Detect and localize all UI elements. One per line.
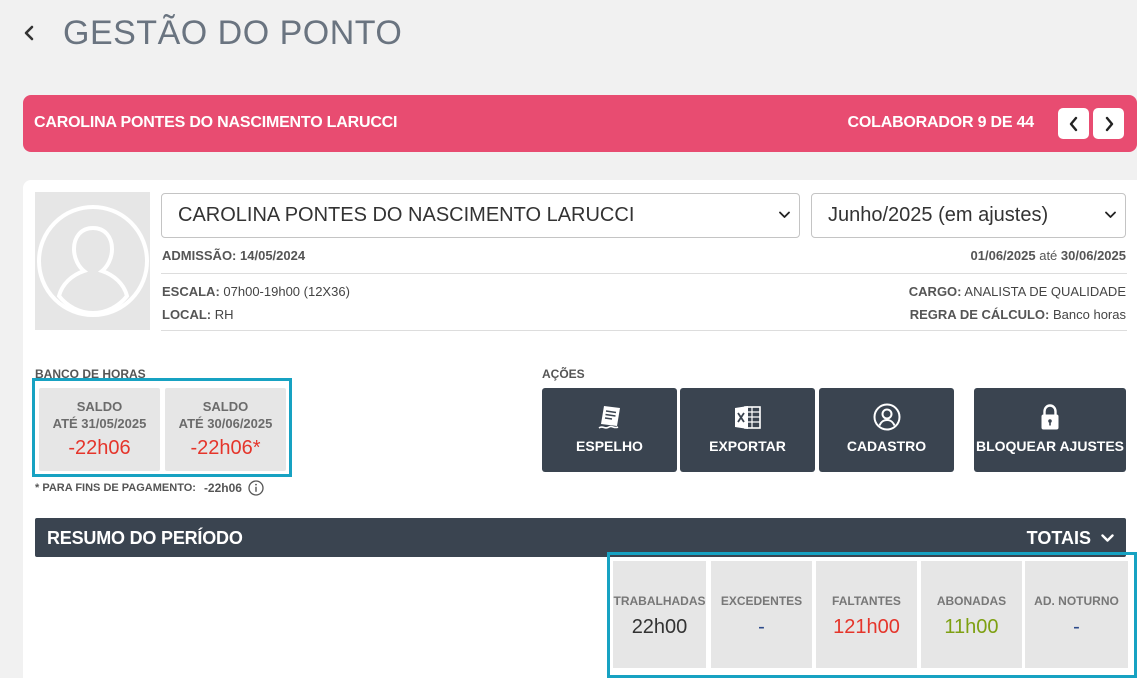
admission-info: ADMISSÃO: 14/05/2024 <box>162 248 305 263</box>
location-info: LOCAL: RH <box>162 307 234 322</box>
schedule-info: ESCALA: 07h00-19h00 (12X36) <box>162 284 350 299</box>
range-end: 30/06/2025 <box>1060 248 1126 263</box>
document-signed-icon <box>598 406 620 429</box>
collaborator-select-value: CAROLINA PONTES DO NASCIMENTO LARUCCI <box>178 204 635 226</box>
main-card: CAROLINA PONTES DO NASCIMENTO LARUCCI Ju… <box>23 180 1137 678</box>
schedule-value: 07h00-19h00 (12X36) <box>223 284 350 299</box>
admission-value: 14/05/2024 <box>240 248 306 263</box>
balance-date: ATÉ 31/05/2025 <box>52 416 147 431</box>
total-card-excedentes: EXCEDENTES - <box>711 561 812 668</box>
info-icon[interactable] <box>248 480 264 496</box>
espelho-label: ESPELHO <box>576 438 643 454</box>
calc-rule-value: Banco horas <box>1053 307 1126 322</box>
exportar-button[interactable]: EXPORTAR <box>680 388 815 472</box>
period-range: 01/06/2025 até 30/06/2025 <box>971 248 1126 263</box>
total-value: - <box>758 616 765 638</box>
cadastro-button[interactable]: CADASTRO <box>819 388 954 472</box>
balance-value: -22h06 <box>68 437 131 459</box>
payment-note: * PARA FINS DE PAGAMENTO: -22h06 <box>35 480 264 496</box>
total-card-ad-noturno: AD. NOTURNO - <box>1025 561 1128 668</box>
collaborator-count: COLABORADOR 9 DE 44 <box>847 114 1035 131</box>
role-info: CARGO: ANALISTA DE QUALIDADE <box>909 284 1126 299</box>
totals-label: TOTAIS <box>1026 528 1091 548</box>
balance-title: SALDO <box>202 399 249 414</box>
collaborator-bar: CAROLINA PONTES DO NASCIMENTO LARUCCI CO… <box>23 95 1137 152</box>
admission-label: ADMISSÃO: <box>162 248 237 263</box>
balance-card: SALDO ATÉ 31/05/2025 -22h06 <box>39 388 160 471</box>
page-header: GESTÃO DO PONTO <box>0 0 1137 70</box>
next-collaborator-button[interactable] <box>1093 108 1124 139</box>
total-card-abonadas: ABONADAS 11h00 <box>921 561 1022 668</box>
role-value: ANALISTA DE QUALIDADE <box>964 284 1126 299</box>
lock-icon <box>1041 404 1059 430</box>
bloquear-ajustes-button[interactable]: BLOQUEAR AJUSTES <box>974 388 1126 472</box>
collaborator-select[interactable]: CAROLINA PONTES DO NASCIMENTO LARUCCI <box>161 193 800 238</box>
hour-bank-balances: SALDO ATÉ 31/05/2025 -22h06 SALDO ATÉ 30… <box>32 378 292 477</box>
totals-toggle[interactable]: TOTAIS <box>1027 528 1114 549</box>
role-label: CARGO: <box>908 284 962 299</box>
period-select-value: Junho/2025 (em ajustes) <box>828 204 1049 226</box>
period-select[interactable]: Junho/2025 (em ajustes) <box>811 193 1126 238</box>
balance-date: ATÉ 30/06/2025 <box>178 416 273 431</box>
bloquear-ajustes-label: BLOQUEAR AJUSTES <box>975 438 1125 454</box>
calc-rule-info: REGRA DE CÁLCULO: Banco horas <box>910 307 1126 322</box>
location-value: RH <box>214 307 234 322</box>
total-label: TRABALHADAS <box>613 594 706 608</box>
total-value: 22h00 <box>631 616 688 638</box>
chevron-down-icon <box>1105 211 1116 218</box>
total-value: 11h00 <box>944 616 999 638</box>
previous-collaborator-button[interactable] <box>1058 108 1089 139</box>
back-chevron-icon[interactable] <box>18 20 40 46</box>
exportar-label: EXPORTAR <box>709 438 786 454</box>
divider <box>161 330 1127 331</box>
espelho-button[interactable]: ESPELHO <box>542 388 677 472</box>
total-label: ABONADAS <box>936 594 1007 608</box>
total-card-trabalhadas: TRABALHADAS 22h00 <box>613 561 706 668</box>
period-summary-title: RESUMO DO PERÍODO <box>47 528 243 548</box>
total-label: AD. NOTURNO <box>1034 594 1119 608</box>
balance-card: SALDO ATÉ 30/06/2025 -22h06* <box>165 388 286 471</box>
cadastro-label: CADASTRO <box>846 438 927 454</box>
total-value: - <box>1073 616 1080 638</box>
chevron-down-icon <box>1101 534 1114 542</box>
payment-label: * PARA FINS DE PAGAMENTO: <box>35 482 196 494</box>
balance-title: SALDO <box>76 399 123 414</box>
divider <box>161 273 1127 274</box>
page-title: GESTÃO DO PONTO <box>63 14 403 52</box>
total-label: EXCEDENTES <box>720 594 803 608</box>
schedule-label: ESCALA: <box>162 284 220 299</box>
location-label: LOCAL: <box>162 307 212 322</box>
range-separator: até <box>1039 248 1058 263</box>
range-start: 01/06/2025 <box>970 248 1036 263</box>
collaborator-name: CAROLINA PONTES DO NASCIMENTO LARUCCI <box>34 114 398 131</box>
calc-rule-label: REGRA DE CÁLCULO: <box>909 307 1050 322</box>
user-placeholder-icon <box>36 205 149 317</box>
chevron-right-icon <box>1105 116 1113 131</box>
total-card-faltantes: FALTANTES 121h00 <box>816 561 917 668</box>
user-circle-icon <box>873 403 900 431</box>
chevron-left-icon <box>1069 116 1077 131</box>
total-value: 121h00 <box>833 616 900 638</box>
avatar <box>35 192 150 330</box>
total-label: FALTANTES <box>832 594 901 608</box>
payment-value: -22h06 <box>203 481 242 495</box>
actions-label: AÇÕES <box>542 367 585 381</box>
totals-panel: TRABALHADAS 22h00 EXCEDENTES - FALTANTES… <box>607 552 1137 678</box>
chevron-down-icon <box>779 211 790 218</box>
excel-icon <box>734 406 761 429</box>
balance-value: -22h06* <box>190 437 261 459</box>
